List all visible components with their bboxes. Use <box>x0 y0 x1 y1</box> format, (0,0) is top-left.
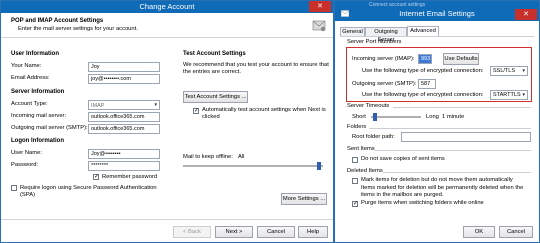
user-info-heading: User Information <box>11 51 60 57</box>
deletion-note: Items marked for deletion will be perman… <box>361 185 524 198</box>
account-type-label: Account Type: <box>11 101 48 107</box>
outgoing-server-label: Outgoing mail server (SMTP): <box>11 125 88 131</box>
cancel-button[interactable]: Cancel <box>257 226 295 238</box>
sent-items-heading: Sent Items <box>347 146 375 152</box>
timeouts-heading: Server Timeouts <box>347 103 390 109</box>
mark-deletion-checkbox[interactable] <box>352 178 358 184</box>
slider-track <box>183 165 323 167</box>
account-type-select: IMAP <box>88 100 160 110</box>
mail-offline-slider[interactable] <box>183 162 325 170</box>
sent-items-line <box>375 150 531 151</box>
ok-button[interactable]: OK <box>463 226 495 238</box>
logon-info-heading: Logon Information <box>11 138 64 144</box>
incoming-port-label: Incoming server (IMAP): <box>352 56 415 62</box>
outgoing-encryption-label: Use the following type of encrypted conn… <box>362 92 484 98</box>
incoming-server-label: Incoming mail server: <box>11 113 67 119</box>
spa-label: Require logon using Secure Password Auth… <box>20 185 157 198</box>
username-label: User Name: <box>11 150 42 156</box>
email-settings-titlebar: Connect account settings Internet Email … <box>335 1 539 21</box>
email-field[interactable]: joy@••••••••.com <box>88 74 160 84</box>
root-folder-field[interactable] <box>401 132 531 142</box>
purge-label: Purge items when switching folders while… <box>361 200 484 206</box>
tab-panel-border <box>340 36 534 37</box>
auto-test-label: Automatically test account settings when… <box>202 107 326 120</box>
server-info-heading: Server Information <box>11 89 65 95</box>
outgoing-port-field[interactable]: 587 <box>418 79 436 89</box>
remember-password-label: Remember password <box>102 174 158 180</box>
deleted-items-heading: Deleted Items <box>347 168 383 174</box>
purge-checkbox[interactable] <box>352 201 358 207</box>
your-name-field[interactable]: Joy <box>88 62 160 72</box>
outgoing-port-label: Outgoing server (SMTP): <box>352 81 417 87</box>
folders-line <box>369 128 531 129</box>
change-account-window: Change Account ✕ POP and IMAP Account Se… <box>0 0 334 243</box>
outgoing-server-field[interactable]: outlook.office365.com <box>88 124 160 134</box>
incoming-server-field[interactable]: outlook.office365.com <box>88 112 160 122</box>
mail-offline-value: All <box>238 154 245 160</box>
ghost-title: Connect account settings <box>369 2 426 8</box>
test-settings-heading: Test Account Settings <box>183 51 246 57</box>
footer-separator <box>1 219 333 220</box>
server-ports-heading: Server Port Numbers <box>347 39 402 45</box>
test-settings-description: We recommend that you test your account … <box>183 62 329 75</box>
auto-test-checkbox[interactable] <box>193 108 199 114</box>
change-account-titlebar: Change Account ✕ <box>1 1 333 13</box>
mark-deletion-label: Mark items for deletion but do not move … <box>361 177 513 183</box>
no-save-sent-label: Do not save copies of sent items <box>361 156 445 162</box>
username-field[interactable]: Joy@•••••••• <box>88 149 160 159</box>
header-separator <box>1 37 333 38</box>
slider-thumb[interactable] <box>317 162 321 170</box>
password-field[interactable]: ******** <box>88 161 160 171</box>
deleted-items-line <box>383 172 531 173</box>
close-icon[interactable]: ✕ <box>309 1 331 12</box>
root-folder-label: Root folder path: <box>352 134 395 140</box>
close-icon[interactable]: ✕ <box>515 9 537 20</box>
timeouts-line <box>393 107 531 108</box>
test-account-settings-button[interactable]: Test Account Settings ... <box>183 91 248 103</box>
spa-checkbox[interactable] <box>11 185 17 191</box>
header-subtitle: Enter the mail server settings for your … <box>18 26 138 32</box>
email-label: Email Address: <box>11 75 50 81</box>
timeout-short-label: Short <box>352 114 366 120</box>
timeout-value: 1 minute <box>442 114 465 120</box>
header-title: POP and IMAP Account Settings <box>11 18 104 24</box>
incoming-encryption-select[interactable]: SSL/TLS <box>490 66 528 76</box>
next-button[interactable]: Next > <box>215 226 253 238</box>
timeout-slider[interactable] <box>371 113 423 121</box>
slider-track <box>371 116 421 118</box>
outgoing-encryption-select[interactable]: STARTTLS <box>490 90 528 100</box>
slider-thumb[interactable] <box>373 113 377 121</box>
window-title: Change Account <box>139 2 195 11</box>
window-title: Internet Email Settings <box>399 9 475 18</box>
settings-icon <box>312 18 326 32</box>
back-button[interactable]: < Back <box>173 226 211 238</box>
incoming-encryption-label: Use the following type of encrypted conn… <box>362 68 484 74</box>
no-save-sent-checkbox[interactable] <box>352 157 358 163</box>
password-label: Password: <box>11 162 39 168</box>
your-name-label: Your Name: <box>11 63 42 69</box>
remember-password-checkbox[interactable] <box>93 174 99 180</box>
mail-offline-label: Mail to keep offline: <box>183 154 233 160</box>
use-defaults-button[interactable]: Use Defaults <box>443 53 479 65</box>
more-settings-button[interactable]: More Settings ... <box>281 193 327 205</box>
help-button[interactable]: Help <box>298 226 328 238</box>
timeout-long-label: Long <box>426 114 439 120</box>
email-settings-window: Connect account settings Internet Email … <box>334 0 540 243</box>
folders-heading: Folders <box>347 124 367 130</box>
incoming-port-field[interactable]: 993 <box>418 54 432 64</box>
cancel-button[interactable]: Cancel <box>499 226 533 238</box>
